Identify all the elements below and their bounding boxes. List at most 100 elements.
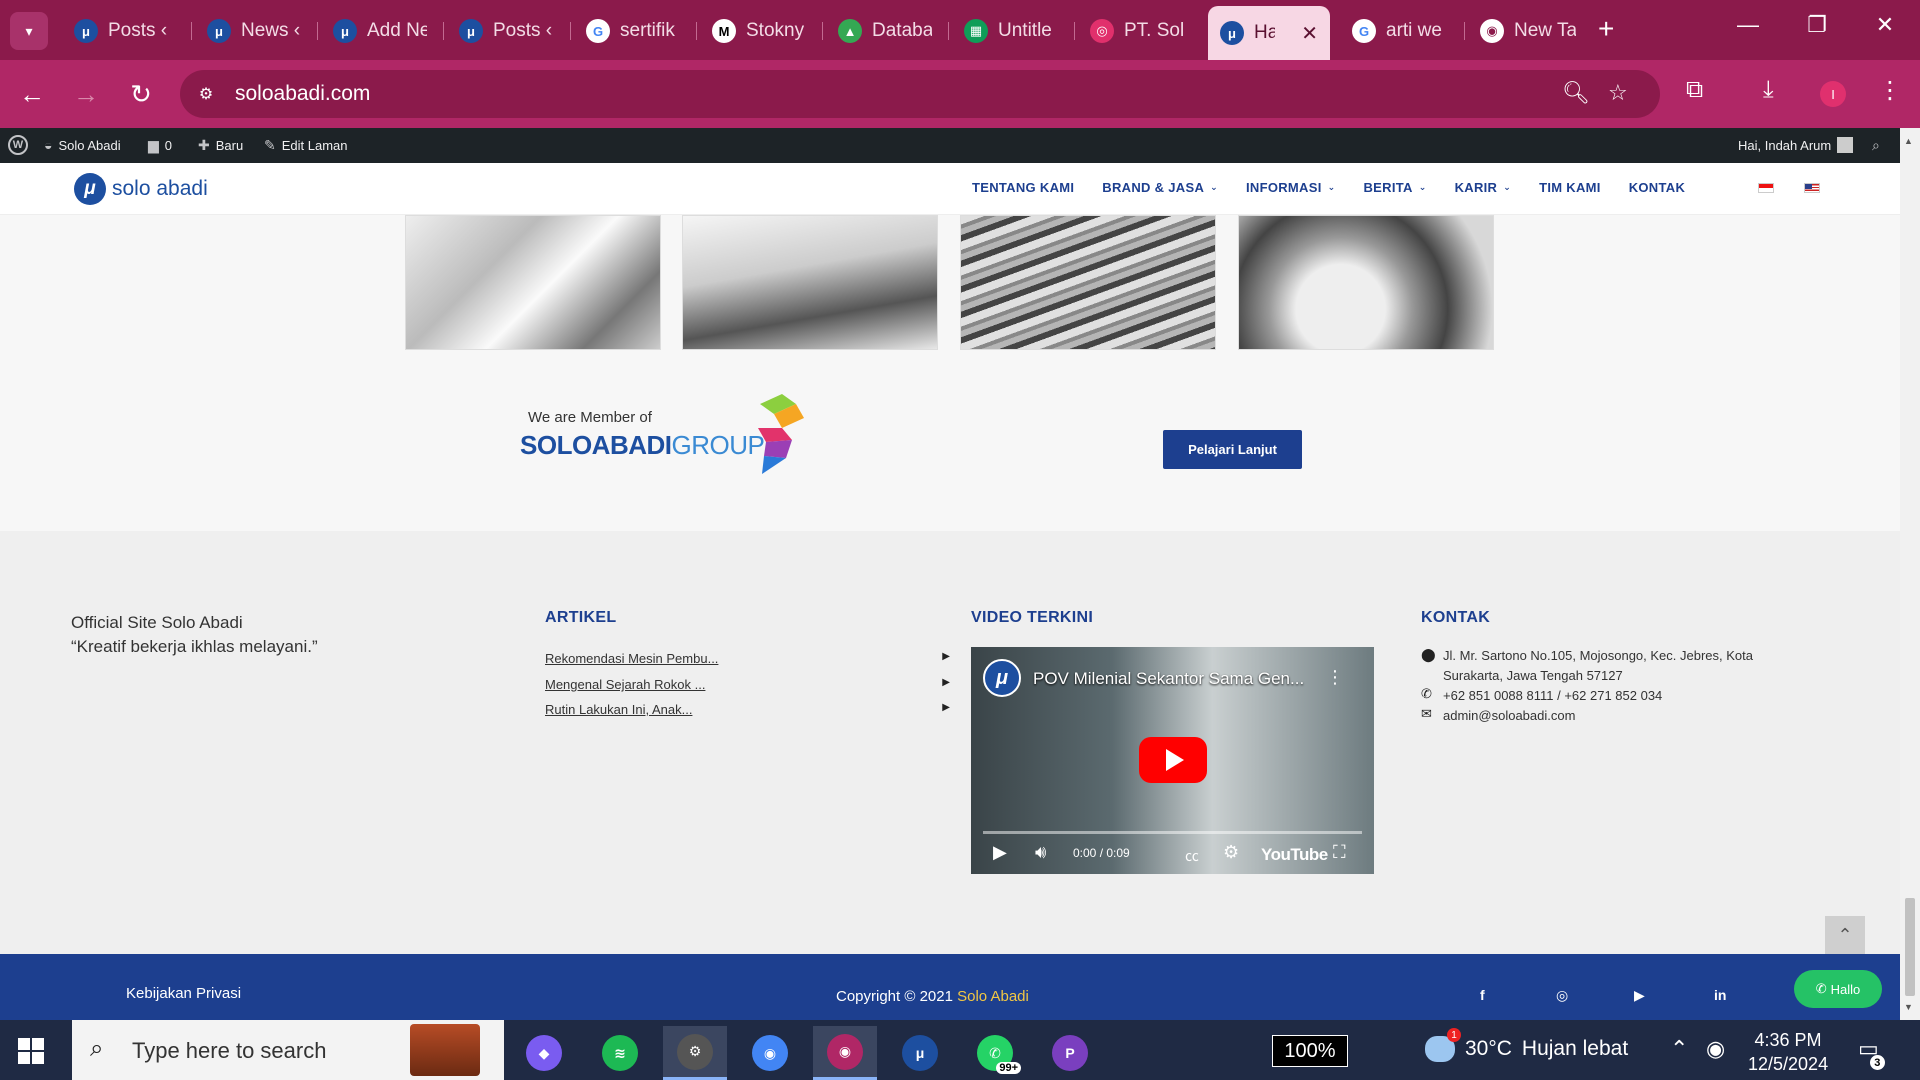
taskbar-search-box[interactable]: ⌕ Type here to search [72,1020,504,1080]
reload-button[interactable]: ↻ [125,78,157,110]
browser-tab[interactable]: ▲ Databa [826,10,944,52]
youtube-icon[interactable]: ▶ [1634,987,1645,1004]
scrollbar-thumb[interactable] [1905,898,1915,996]
wp-comments-link[interactable]: ▆ 0 [148,137,172,154]
taskbar-app[interactable]: ◉ [813,1026,877,1080]
nav-item[interactable]: INFORMASI ⌄ [1246,180,1336,195]
nav-item[interactable]: TIM KAMI [1539,180,1601,195]
taskbar-app[interactable]: μ [888,1026,952,1080]
scroll-to-top-button[interactable]: ⌃ [1825,916,1865,954]
play-button[interactable] [1139,737,1207,783]
back-button[interactable]: ← [16,78,48,110]
gallery-image-conveyor[interactable] [960,215,1216,350]
channel-avatar[interactable]: μ [983,659,1021,697]
wp-site-link[interactable]: ◒ Solo Abadi [44,137,121,153]
tray-record-icon[interactable]: ◉ [1706,1036,1725,1062]
taskbar-app[interactable]: ✆ 99+ [963,1026,1027,1080]
captions-icon[interactable]: ㏄ [1185,846,1199,866]
nav-item[interactable]: BERITA ⌄ [1363,180,1426,195]
wordpress-logo-icon[interactable]: W [8,135,28,155]
gallery-image-machine-2[interactable] [682,215,938,350]
minimize-icon[interactable]: — [1728,12,1768,38]
close-window-icon[interactable]: ✕ [1865,12,1905,38]
wp-account-link[interactable]: Hai, Indah Arum [1738,137,1854,153]
facebook-icon[interactable]: f [1480,987,1485,1003]
system-clock[interactable]: 4:36 PM 12/5/2024 [1748,1028,1828,1076]
weather-widget[interactable]: 1 30°C Hujan lebat [1425,1028,1628,1062]
video-progress-bar[interactable] [983,831,1362,834]
browser-menu-icon[interactable]: ⋮ [1878,76,1902,105]
new-tab-button[interactable]: + [1598,14,1614,44]
play-icon[interactable]: ▶ [993,842,1007,863]
restore-icon[interactable]: ❐ [1797,12,1837,38]
article-link[interactable]: Rutin Lakukan Ini, Anak... ▶ [545,702,950,717]
wp-new-link[interactable]: ✚ Baru [198,137,243,154]
contact-phone[interactable]: +62 851 0088 8111 / +62 271 852 034 [1443,686,1803,705]
dashboard-icon: ◒ [44,137,53,153]
nav-item[interactable]: TENTANG KAMI [972,180,1074,195]
us-flag-icon[interactable] [1804,183,1820,193]
gallery-image-machine-1[interactable] [405,215,661,350]
indonesia-flag-icon[interactable] [1758,183,1774,193]
browser-tab[interactable]: ▦ Untitle [952,10,1070,52]
profile-avatar[interactable]: I [1820,81,1846,107]
nav-item[interactable]: BRAND & JASA ⌄ [1102,180,1218,195]
nav-item[interactable]: KONTAK [1629,180,1685,195]
volume-icon[interactable]: 🔊︎ [1035,842,1046,863]
wp-edit-link[interactable]: ✎ Edit Laman [264,137,348,154]
wp-search-icon[interactable]: ⌕ [1872,137,1880,154]
browser-tab[interactable]: Garti we [1340,10,1460,52]
scroll-down-arrow-icon[interactable]: ▼ [1904,1002,1913,1012]
fullscreen-icon[interactable]: ⛶ [1333,842,1346,863]
taskbar-app[interactable]: ≋ [588,1026,652,1080]
zoom-level-indicator[interactable]: 100% [1272,1035,1348,1067]
youtube-logo[interactable]: YouTube [1261,845,1328,865]
learn-more-button[interactable]: Pelajari Lanjut [1163,430,1302,469]
video-title[interactable]: POV Milenial Sekantor Sama Gen... [1033,669,1304,689]
copyright-brand-link[interactable]: Solo Abadi [957,988,1029,1005]
youtube-video-embed[interactable]: μ POV Milenial Sekantor Sama Gen... ⋮ ▶ … [971,647,1374,874]
browser-tab[interactable]: μ Ha ✕ [1208,6,1330,60]
page-scrollbar[interactable]: ▲ ▼ [1900,128,1920,1020]
tab-search-button[interactable]: ▾ [10,12,48,50]
browser-tab[interactable]: ◉ New Ta [1468,10,1588,52]
close-tab-icon[interactable]: ✕ [1301,21,1318,46]
article-link[interactable]: Rekomendasi Mesin Pembu... ▶ [545,651,950,666]
settings-gear-icon[interactable]: ⚙ [1223,842,1239,863]
forward-button[interactable]: → [70,78,102,110]
browser-tab[interactable]: μ Posts ‹ [447,10,567,52]
tab-title: Ha [1254,22,1276,43]
browser-tab[interactable]: μ Posts ‹ [62,10,182,52]
nav-item[interactable]: KARIR ⌄ [1455,180,1512,195]
more-options-icon[interactable]: ⋮ [1326,667,1344,688]
privacy-policy-link[interactable]: Kebijakan Privasi [126,985,241,1002]
whatsapp-chat-button[interactable]: ✆ Hallo [1794,970,1882,1008]
site-logo[interactable]: μ solo abadi [74,173,208,205]
contact-email[interactable]: admin@soloabadi.com [1443,706,1803,725]
taskbar-app[interactable]: ⚙ [663,1026,727,1080]
tray-chevron-up-icon[interactable]: ⌃ [1670,1036,1688,1062]
browser-tab[interactable]: M Stokny [700,10,818,52]
browser-tab[interactable]: μ News ‹ [195,10,313,52]
browser-tab[interactable]: μ Add Ne [321,10,439,52]
instagram-icon[interactable]: ◎ [1556,987,1568,1004]
browser-tab[interactable]: ◎ PT. Sol [1078,10,1196,52]
taskbar-app[interactable]: P [1038,1026,1102,1080]
article-link[interactable]: Mengenal Sejarah Rokok ... ▶ [545,677,950,692]
taskbar-app[interactable]: ◆ [512,1026,576,1080]
gallery-image-hands[interactable] [1238,215,1494,350]
scroll-up-arrow-icon[interactable]: ▲ [1904,136,1913,146]
address-bar[interactable]: ⚙ soloabadi.com 🔍︎ ☆ [180,70,1660,118]
url-text[interactable]: soloabadi.com [235,82,370,106]
taskbar-app[interactable]: ◉ [738,1026,802,1080]
zoom-icon[interactable]: 🔍︎ [1562,80,1590,106]
browser-tab[interactable]: Gsertifik [574,10,692,52]
extensions-icon[interactable]: ⧉ [1686,76,1703,104]
linkedin-icon[interactable]: in [1714,987,1726,1003]
download-icon[interactable]: ⤓ [1763,76,1774,104]
bookmark-star-icon[interactable]: ☆ [1608,80,1628,106]
site-info-icon[interactable]: ⚙ [194,82,218,106]
notification-center-icon[interactable]: ▭ 3 [1858,1036,1885,1070]
chrome-profile-icon: ◉ [827,1033,863,1070]
windows-start-icon[interactable] [18,1038,44,1064]
